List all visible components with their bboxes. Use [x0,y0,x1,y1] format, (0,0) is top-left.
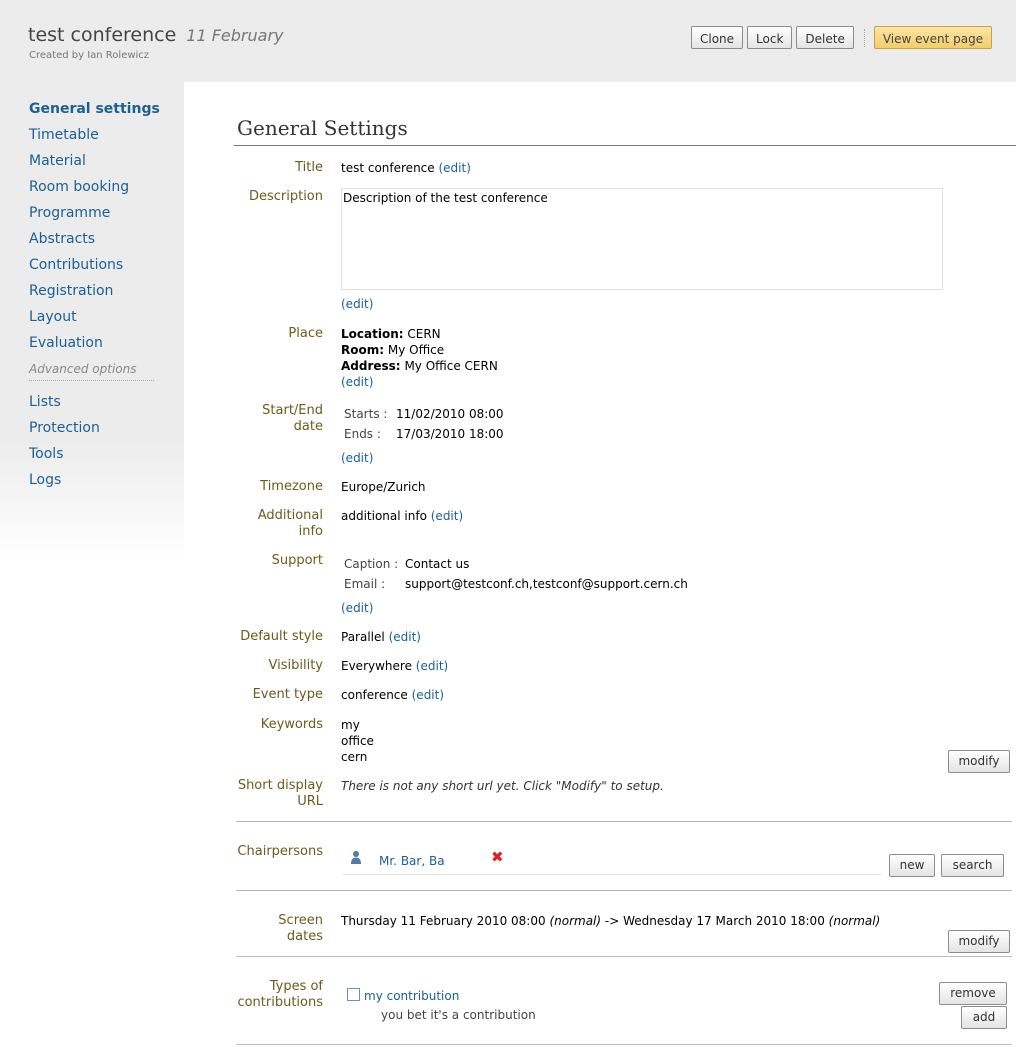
section-divider [236,956,1012,957]
heading-divider [234,145,1016,146]
timezone-label: Timezone [260,479,323,494]
contribution-type-description: you bet it's a contribution [381,1008,536,1022]
sidebar-nav: General settings Timetable Material Room… [29,100,160,497]
visibility-value: Everywhere (edit) [341,659,449,673]
edit-place-link[interactable]: (edit) [341,375,373,389]
additional-info-label: Additional info [257,508,323,539]
section-divider [236,821,1012,822]
ends-row: Ends :17/03/2010 18:00 [344,427,504,441]
edit-description-link[interactable]: (edit) [341,296,373,312]
created-by: Created by Ian Rolewicz [29,50,150,61]
conference-title: test conference 11 February [28,24,284,46]
section-divider [236,890,1012,891]
timezone-value: Europe/Zurich [341,480,426,494]
sidebar-item-tools[interactable]: Tools [29,445,160,471]
contribution-type-checkbox[interactable] [347,988,360,1001]
conference-date: 11 February [186,26,284,45]
keyword-item: my [341,718,360,732]
title-value: test conference (edit) [341,161,471,175]
support-label: Support [271,553,323,568]
edit-event-type-link[interactable]: (edit) [412,688,444,702]
edit-title-link[interactable]: (edit) [438,161,470,175]
keyword-item: office [341,734,374,748]
dates-label: Start/End date [262,403,323,434]
sidebar-item-protection[interactable]: Protection [29,419,160,445]
advanced-options-label: Advanced options [29,362,154,381]
keywords-modify-button[interactable]: modify [948,750,1010,773]
default-style-value: Parallel (edit) [341,630,421,644]
sidebar-item-room-booking[interactable]: Room booking [29,178,160,204]
place-value: Location: CERN Room: My Office Address: … [341,327,498,389]
sidebar-item-contributions[interactable]: Contributions [29,256,160,282]
edit-default-style-link[interactable]: (edit) [389,630,421,644]
event-type-label: Event type [252,687,323,702]
screen-dates-value: Thursday 11 February 2010 08:00 (normal)… [341,914,881,928]
sidebar-item-lists[interactable]: Lists [29,393,160,419]
contribution-type-name[interactable]: my contribution [364,988,459,1004]
chairperson-name[interactable]: Mr. Bar, Ba [379,853,445,869]
lock-button[interactable]: Lock [747,26,793,49]
sidebar-item-material[interactable]: Material [29,152,160,178]
remove-chairperson-icon[interactable]: ✖ [491,849,504,865]
chairpersons-label: Chairpersons [237,844,323,859]
contribution-types-label: Types of contributions [237,979,323,1010]
starts-row: Starts :11/02/2010 08:00 [344,407,504,421]
keywords-list: my office cern [341,717,374,765]
description-label: Description [248,189,323,204]
place-label: Place [288,326,323,341]
sidebar-item-general-settings[interactable]: General settings [29,100,160,126]
short-url-value: There is not any short url yet. Click "M… [341,779,664,793]
event-type-value: conference (edit) [341,688,445,702]
sidebar-item-registration[interactable]: Registration [29,282,160,308]
divider [863,28,865,47]
support-email-row: Email : support@testconf.ch,testconf@supp… [344,577,688,591]
edit-visibility-link[interactable]: (edit) [416,659,448,673]
additional-info-value: additional info (edit) [341,509,464,523]
sidebar-item-layout[interactable]: Layout [29,308,160,334]
default-style-label: Default style [240,629,323,644]
sidebar-item-evaluation[interactable]: Evaluation [29,334,160,360]
add-contribution-type-button[interactable]: add [961,1006,1007,1029]
user-icon [351,851,361,864]
description-box: Description of the test conference [341,188,943,290]
clone-button[interactable]: Clone [691,26,744,49]
new-chairperson-button[interactable]: new [889,854,935,877]
edit-additional-info-link[interactable]: (edit) [431,509,463,523]
keyword-item: cern [341,750,368,764]
title-label: Title [295,160,323,175]
sidebar-item-abstracts[interactable]: Abstracts [29,230,160,256]
sidebar-item-programme[interactable]: Programme [29,204,160,230]
short-url-label: Short display URL [237,778,323,809]
event-actions: Clone Lock Delete View event page [691,26,996,49]
remove-contribution-type-button[interactable]: remove [939,982,1007,1005]
visibility-label: Visibility [268,658,323,673]
section-divider [236,1044,1012,1045]
edit-dates-link[interactable]: (edit) [341,450,373,466]
search-chairperson-button[interactable]: search [941,854,1004,877]
chairperson-row-divider [343,874,881,875]
view-event-page-button[interactable]: View event page [873,26,993,49]
screen-dates-modify-button[interactable]: modify [948,930,1010,953]
support-caption-row: Caption : Contact us [344,557,470,571]
screen-dates-label: Screen dates [278,913,323,944]
sidebar-item-timetable[interactable]: Timetable [29,126,160,152]
delete-button[interactable]: Delete [796,26,854,49]
edit-support-link[interactable]: (edit) [341,600,373,616]
sidebar-item-logs[interactable]: Logs [29,471,160,497]
page-title: General Settings [237,116,408,140]
keywords-label: Keywords [260,717,323,732]
